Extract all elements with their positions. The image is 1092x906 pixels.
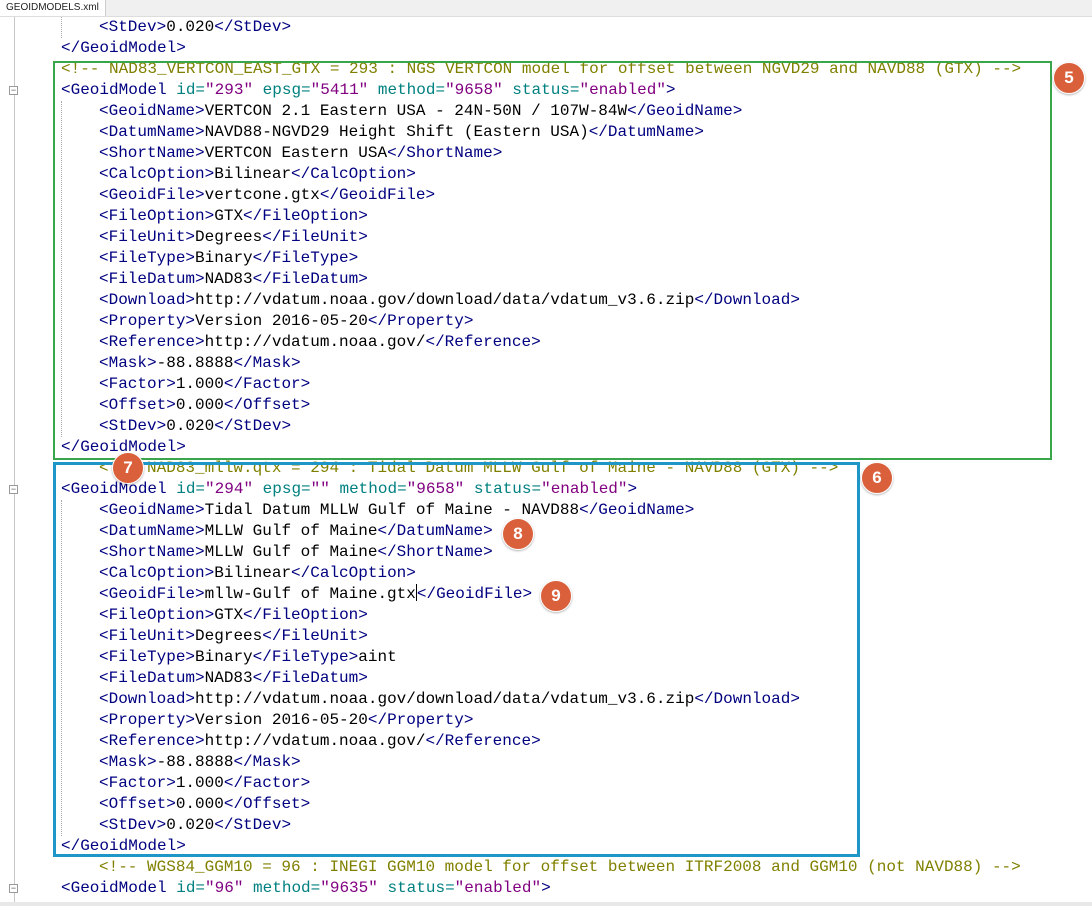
- xml-tag: </StDev: [214, 18, 282, 36]
- fold-toggle-icon[interactable]: −: [9, 86, 18, 95]
- xml-tag: <GeoidModel: [61, 879, 167, 897]
- fold-toggle-icon[interactable]: −: [9, 485, 18, 494]
- callout-badge-7: 7: [112, 452, 144, 484]
- xml-text: 0.020: [166, 18, 215, 36]
- code-line[interactable]: <GeoidModel id="96" method="9635" status…: [61, 878, 1021, 899]
- fold-gutter: [0, 17, 30, 902]
- callout-badge-6: 6: [861, 462, 893, 494]
- xml-tag: >: [176, 39, 186, 57]
- xml-attribute-name: status=: [377, 879, 455, 897]
- xml-attribute-name: method=: [243, 879, 321, 897]
- highlight-box-mllw-gulf-of-maine: [53, 462, 860, 857]
- xml-attribute-value: "96": [205, 879, 244, 897]
- fold-line: [14, 17, 15, 902]
- xml-attribute-value: "enabled": [454, 879, 542, 897]
- highlight-box-vertcon-east: [53, 61, 1052, 460]
- xml-tag: <StDev: [99, 18, 157, 36]
- callout-badge-9: 9: [540, 580, 572, 612]
- xml-comment: <!-- WGS84_GGM10 = 96 : INEGI GGM10 mode…: [99, 858, 1021, 876]
- xml-tag: >: [281, 18, 292, 36]
- xml-tag: >: [541, 879, 551, 897]
- code-line[interactable]: <!-- WGS84_GGM10 = 96 : INEGI GGM10 mode…: [61, 857, 1021, 878]
- callout-badge-8: 8: [502, 518, 534, 550]
- status-bar: [0, 902, 1092, 906]
- tab-bar: GEOIDMODELS.xml: [0, 0, 1092, 17]
- xml-tag: </GeoidModel: [61, 39, 177, 57]
- code-line[interactable]: </GeoidModel>: [61, 38, 1021, 59]
- code-line[interactable]: <StDev>0.020</StDev>: [61, 17, 1021, 38]
- fold-toggle-icon[interactable]: −: [9, 884, 18, 893]
- xml-tag: >: [156, 18, 167, 36]
- xml-attribute-name: id=: [166, 879, 206, 897]
- callout-badge-5: 5: [1053, 62, 1085, 94]
- xml-attribute-value: "9635": [320, 879, 378, 897]
- tab-geoidmodels-xml[interactable]: GEOIDMODELS.xml: [0, 0, 106, 16]
